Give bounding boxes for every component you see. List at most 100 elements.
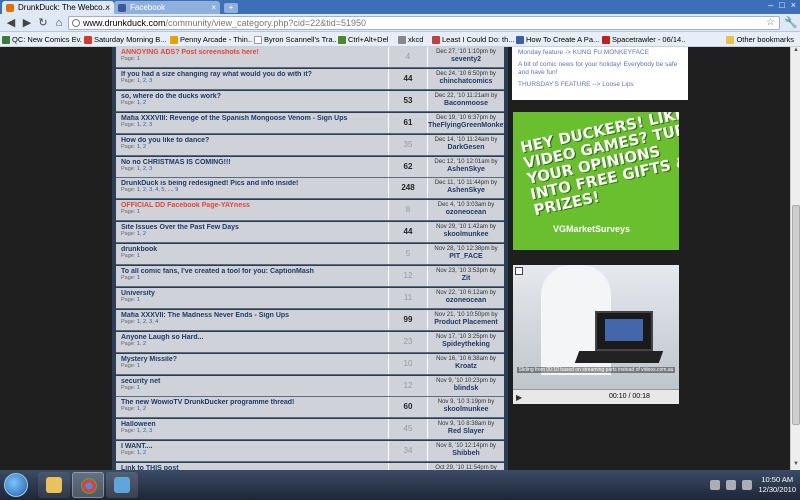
topic-title-link[interactable]: To all comic fans, I've created a tool f… bbox=[121, 268, 383, 275]
tab-drunkduck[interactable]: DrunkDuck: The Webco... × bbox=[2, 1, 114, 14]
play-icon[interactable]: ▶ bbox=[516, 393, 522, 402]
bookmark-licd[interactable]: Least I Could Do: th... bbox=[430, 32, 514, 47]
page-link[interactable]: 1 bbox=[137, 187, 140, 193]
page-link[interactable]: 2 bbox=[143, 341, 146, 347]
close-tab-icon[interactable]: × bbox=[211, 1, 216, 14]
topic-title-link[interactable]: Mystery Missile? bbox=[121, 356, 383, 363]
page-link[interactable]: 2 bbox=[143, 428, 146, 434]
explorer-taskbar-button[interactable] bbox=[38, 472, 70, 498]
topic-title-link[interactable]: I WANT.... bbox=[121, 443, 383, 450]
start-button[interactable] bbox=[4, 473, 28, 497]
last-post-user-link[interactable]: Product Placement bbox=[428, 319, 504, 327]
bookmark-saturday-morning[interactable]: Saturday Morning B... bbox=[82, 32, 168, 47]
volume-icon[interactable] bbox=[742, 480, 753, 490]
page-link[interactable]: 1 bbox=[137, 78, 140, 84]
page-link[interactable]: 1 bbox=[137, 253, 140, 259]
network-icon[interactable] bbox=[726, 480, 737, 490]
page-link[interactable]: 2 bbox=[143, 231, 146, 237]
last-post-user-link[interactable]: PIT_FACE bbox=[428, 253, 504, 261]
page-link[interactable]: 2 bbox=[143, 319, 146, 325]
topic-title-link[interactable]: Mafia XXXVIII: Revenge of the Spanish Mo… bbox=[121, 115, 383, 122]
page-link[interactable]: 1 bbox=[137, 319, 140, 325]
last-post-user-link[interactable]: ozoneocean bbox=[428, 297, 504, 305]
last-post-user-link[interactable]: blindsk bbox=[428, 385, 504, 393]
topic-title-link[interactable]: How do you like to dance? bbox=[121, 137, 383, 144]
page-link[interactable]: 1 bbox=[137, 275, 140, 281]
page-link[interactable]: 1 bbox=[137, 122, 140, 128]
page-link[interactable]: 1 bbox=[137, 450, 140, 456]
page-link[interactable]: 2 bbox=[143, 450, 146, 456]
page-link[interactable]: 5 bbox=[161, 187, 164, 193]
topic-title-link[interactable]: Halloween bbox=[121, 421, 383, 428]
tab-facebook[interactable]: Facebook × bbox=[114, 1, 220, 14]
page-link[interactable]: 3 bbox=[149, 78, 152, 84]
page-link[interactable]: 3 bbox=[149, 166, 152, 172]
page-link[interactable]: 1 bbox=[137, 406, 140, 412]
page-link[interactable]: 1 bbox=[137, 341, 140, 347]
page-link[interactable]: 1 bbox=[137, 209, 140, 215]
last-post-user-link[interactable]: Zit bbox=[428, 275, 504, 283]
minimize-icon[interactable]: – bbox=[768, 0, 773, 12]
app-taskbar-button[interactable] bbox=[106, 472, 138, 498]
clock[interactable]: 10:50 AM 12/30/2010 bbox=[758, 475, 796, 495]
other-bookmarks[interactable]: Other bookmarks bbox=[724, 32, 794, 47]
page-link[interactable]: 2 bbox=[143, 100, 146, 106]
bookmark-penny-arcade[interactable]: Penny Arcade - Thin... bbox=[168, 32, 252, 47]
last-post-user-link[interactable]: Shibbeh bbox=[428, 450, 504, 458]
last-post-user-link[interactable]: ozoneocean bbox=[428, 209, 504, 217]
last-post-user-link[interactable]: skoolmunkee bbox=[428, 231, 504, 239]
last-post-user-link[interactable]: skoolmunkee bbox=[428, 406, 504, 414]
topic-title-link[interactable]: Mafia XXXVII: The Madness Never Ends - S… bbox=[121, 312, 383, 319]
bookmark-how-to-create[interactable]: How To Create A Pa... bbox=[514, 32, 600, 47]
page-link[interactable]: 4 bbox=[155, 319, 158, 325]
page-link[interactable]: 4 bbox=[155, 187, 158, 193]
forward-icon[interactable]: ▶ bbox=[20, 16, 34, 30]
page-link[interactable]: 2 bbox=[143, 122, 146, 128]
topic-title-link[interactable]: DrunkDuck is being redesigned! Pics and … bbox=[121, 180, 383, 187]
last-post-user-link[interactable]: Baconmoose bbox=[428, 100, 504, 108]
page-link[interactable]: 3 bbox=[149, 319, 152, 325]
bookmark-star-icon[interactable]: ☆ bbox=[766, 17, 775, 29]
last-post-user-link[interactable]: Red Slayer bbox=[428, 428, 504, 436]
last-post-user-link[interactable]: AshenSkye bbox=[428, 187, 504, 195]
topic-title-link[interactable]: security net bbox=[121, 378, 383, 385]
page-link[interactable]: 1 bbox=[137, 166, 140, 172]
last-post-user-link[interactable]: AshenSkye bbox=[428, 166, 504, 174]
close-tab-icon[interactable]: × bbox=[105, 1, 110, 14]
scrollbar-thumb[interactable] bbox=[792, 205, 800, 425]
page-link[interactable]: 2 bbox=[143, 78, 146, 84]
page-link[interactable]: 1 bbox=[137, 428, 140, 434]
topic-title-link[interactable]: No no CHRISTMAS IS COMING!!! bbox=[121, 159, 383, 166]
page-link[interactable]: 1 bbox=[137, 56, 140, 62]
topic-title-link[interactable]: University bbox=[121, 290, 383, 297]
page-link[interactable]: 3 bbox=[149, 122, 152, 128]
flag-icon[interactable] bbox=[710, 480, 721, 490]
topic-title-link[interactable]: ANNOYING ADS? Post screenshots here! bbox=[121, 49, 383, 56]
close-window-icon[interactable]: × bbox=[791, 0, 796, 12]
scrollbar[interactable]: ▲ ▼ bbox=[790, 47, 800, 470]
chrome-taskbar-button[interactable] bbox=[72, 472, 104, 498]
news-link[interactable]: THURSDAY'S FEATURE --> Loose Lips bbox=[518, 81, 682, 89]
last-post-user-link[interactable]: chinchatcomics bbox=[428, 78, 504, 86]
topic-title-link[interactable]: The new WowioTV DrunkDucker programme th… bbox=[121, 399, 383, 406]
page-link[interactable]: 1 bbox=[137, 100, 140, 106]
reload-icon[interactable]: ↻ bbox=[36, 16, 50, 30]
wrench-menu-icon[interactable]: 🔧 bbox=[784, 16, 798, 30]
page-link[interactable]: 1 bbox=[137, 363, 140, 369]
page-link[interactable]: 1 bbox=[137, 385, 140, 391]
last-post-user-link[interactable]: Spideytheking bbox=[428, 341, 504, 349]
topic-title-link[interactable]: drunkbook bbox=[121, 246, 383, 253]
bookmark-qc[interactable]: QC: New Comics Ev... bbox=[0, 32, 82, 47]
last-post-user-link[interactable]: seventy2 bbox=[428, 56, 504, 64]
page-link[interactable]: 2 bbox=[143, 144, 146, 150]
grid-icon[interactable] bbox=[515, 267, 523, 275]
topic-title-link[interactable]: so, where do the ducks work? bbox=[121, 93, 383, 100]
topic-title-link[interactable]: Anyone Laugh so Hard... bbox=[121, 334, 383, 341]
topic-title-link[interactable]: Site Issues Over the Past Few Days bbox=[121, 224, 383, 231]
page-link[interactable]: 2 bbox=[143, 406, 146, 412]
scroll-up-icon[interactable]: ▲ bbox=[791, 47, 800, 56]
last-post-user-link[interactable]: Kroatz bbox=[428, 363, 504, 371]
page-link[interactable]: 2 bbox=[143, 187, 146, 193]
topic-title-link[interactable]: OFFICIAL DD Facebook Page-YAYness bbox=[121, 202, 383, 209]
back-icon[interactable]: ◀ bbox=[4, 16, 18, 30]
